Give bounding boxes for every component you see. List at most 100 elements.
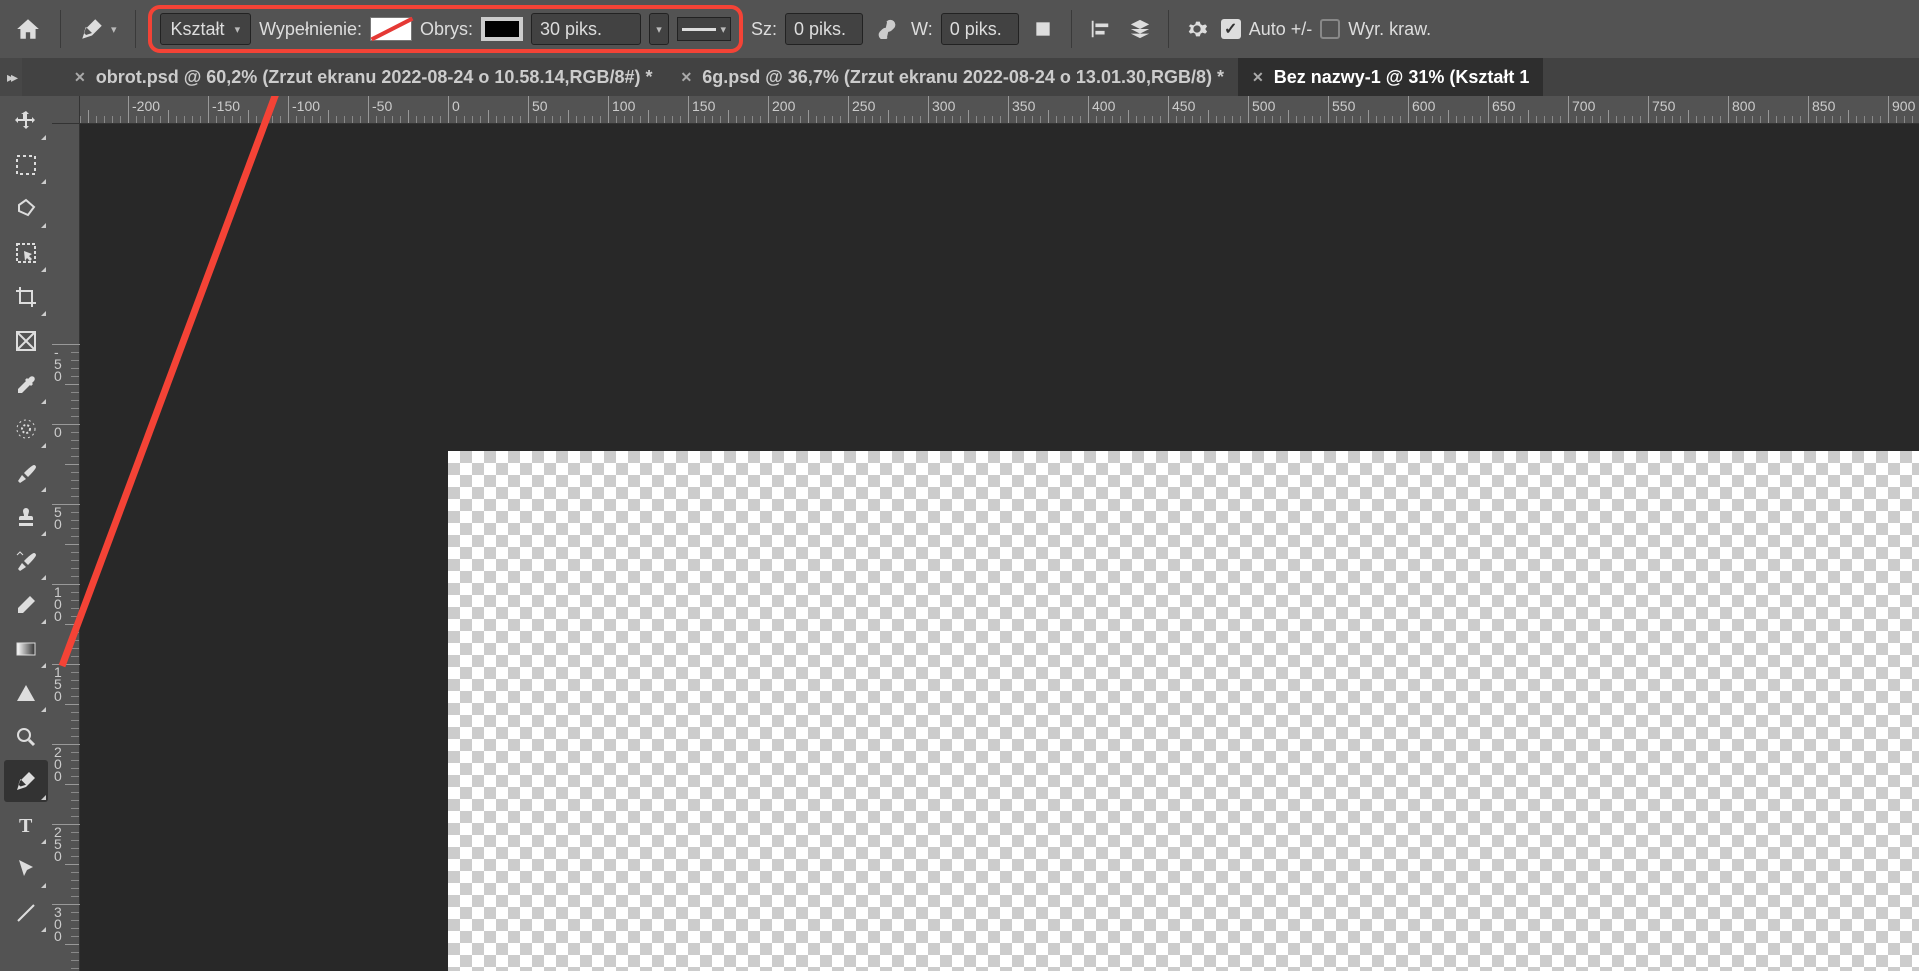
pen-icon <box>79 16 105 42</box>
ruler-origin[interactable] <box>52 96 80 124</box>
pen-tool[interactable] <box>4 760 48 802</box>
close-icon[interactable]: ✕ <box>1252 69 1264 86</box>
eyedropper-icon <box>14 373 38 397</box>
document-tab[interactable]: ✕ obrot.psd @ 60,2% (Zrzut ekranu 2022-0… <box>60 58 667 96</box>
chevron-down-icon: ▾ <box>720 23 726 36</box>
fill-label: Wypełnienie: <box>259 19 362 40</box>
chevron-down-icon: ▾ <box>111 23 117 36</box>
document-tab[interactable]: ✕ Bez nazwy-1 @ 31% (Kształt 1 <box>1238 58 1543 96</box>
height-w-label: W: <box>911 19 933 40</box>
object-select-icon <box>14 241 38 265</box>
square-icon <box>1033 19 1053 39</box>
gradient-tool[interactable] <box>4 628 48 670</box>
cursor-icon <box>14 857 38 881</box>
line-icon <box>682 28 716 31</box>
tab-label: 6g.psd @ 36,7% (Zrzut ekranu 2022-08-24 … <box>702 67 1224 88</box>
auto-add-delete-checkbox[interactable]: ✓ <box>1221 19 1241 39</box>
gear-icon <box>1186 18 1208 40</box>
custom-shape-tool[interactable] <box>4 672 48 714</box>
fill-swatch[interactable] <box>370 17 412 41</box>
brush-tool[interactable] <box>4 452 48 494</box>
stroke-style-dropdown[interactable]: ▾ <box>677 17 731 41</box>
link-wh-button[interactable] <box>871 13 903 45</box>
tool-mode-dropdown[interactable]: Kształt ▾ <box>160 13 252 45</box>
history-brush-tool[interactable] <box>4 540 48 582</box>
triangle-icon <box>14 681 38 705</box>
frame-tool[interactable] <box>4 320 48 362</box>
close-icon[interactable]: ✕ <box>74 69 86 86</box>
horizontal-ruler[interactable]: -300-250-200-150-100-5005010015020025030… <box>80 96 1919 124</box>
clone-stamp-tool[interactable] <box>4 496 48 538</box>
canvas-area[interactable]: -300-250-200-150-100-5005010015020025030… <box>52 96 1919 971</box>
crop-tool[interactable] <box>4 276 48 318</box>
shape-width-value: 0 piks. <box>794 19 846 40</box>
pen-icon <box>14 769 38 793</box>
crop-icon <box>14 285 38 309</box>
stroke-label: Obrys: <box>420 19 473 40</box>
eraser-tool[interactable] <box>4 584 48 626</box>
auto-label: Auto +/- <box>1249 19 1313 40</box>
frame-icon <box>14 329 38 353</box>
annotation-highlight: Kształt ▾ Wypełnienie: Obrys: 30 piks. ▾… <box>148 5 743 53</box>
lasso-icon <box>14 197 38 221</box>
marquee-tool[interactable] <box>4 144 48 186</box>
gear-button[interactable] <box>1181 13 1213 45</box>
move-tool[interactable] <box>4 100 48 142</box>
stamp-icon <box>14 505 38 529</box>
separator <box>1071 10 1072 48</box>
stroke-width-value: 30 piks. <box>540 19 602 40</box>
move-icon <box>14 109 38 133</box>
path-arrangement-button[interactable] <box>1124 13 1156 45</box>
shape-height-input[interactable]: 0 piks. <box>941 13 1019 45</box>
separator <box>60 10 61 48</box>
type-icon: T <box>14 813 38 837</box>
stroke-swatch[interactable] <box>481 17 523 41</box>
stack-icon <box>1129 18 1151 40</box>
gradient-icon <box>14 637 38 661</box>
line-icon <box>14 901 38 925</box>
type-tool[interactable]: T <box>4 804 48 846</box>
line-tool[interactable] <box>4 892 48 934</box>
chevron-down-icon: ▾ <box>656 23 662 36</box>
chevron-down-icon: ▾ <box>235 23 241 36</box>
options-bar: ▾ Kształt ▾ Wypełnienie: Obrys: 30 piks.… <box>0 0 1919 58</box>
path-alignment-button[interactable] <box>1084 13 1116 45</box>
history-brush-icon <box>14 549 38 573</box>
tab-label: Bez nazwy-1 @ 31% (Kształt 1 <box>1274 67 1530 88</box>
home-icon <box>15 16 41 42</box>
tool-mode-label: Kształt <box>171 19 225 40</box>
align-edges-checkbox[interactable] <box>1320 19 1340 39</box>
path-selection-tool[interactable] <box>4 848 48 890</box>
brush-icon <box>14 461 38 485</box>
document-canvas[interactable] <box>448 451 1919 971</box>
document-tab[interactable]: ✕ 6g.psd @ 36,7% (Zrzut ekranu 2022-08-2… <box>667 58 1239 96</box>
tool-preset-picker[interactable]: ▾ <box>73 12 123 46</box>
document-tabs: ✕ obrot.psd @ 60,2% (Zrzut ekranu 2022-0… <box>0 58 1919 96</box>
home-button[interactable] <box>8 9 48 49</box>
healing-tool[interactable] <box>4 408 48 450</box>
toolbox: T <box>0 96 52 971</box>
expand-panels-button[interactable]: ▸▸ <box>0 58 22 96</box>
align-edges-label: Wyr. kraw. <box>1348 19 1431 40</box>
main-area: T -300-250-200-150-100-50050100150200250… <box>0 96 1919 971</box>
separator <box>135 10 136 48</box>
zoom-icon <box>14 725 38 749</box>
stroke-width-input[interactable]: 30 piks. <box>531 13 641 45</box>
eraser-icon <box>14 593 38 617</box>
separator <box>1168 10 1169 48</box>
path-operations-button[interactable] <box>1027 13 1059 45</box>
width-sz-label: Sz: <box>751 19 777 40</box>
align-icon <box>1089 18 1111 40</box>
shape-width-input[interactable]: 0 piks. <box>785 13 863 45</box>
vertical-ruler[interactable]: - 5 005 01 0 01 5 02 0 02 5 03 0 03 5 0 <box>52 124 80 971</box>
lasso-tool[interactable] <box>4 188 48 230</box>
stroke-width-dropdown[interactable]: ▾ <box>649 13 669 45</box>
object-selection-tool[interactable] <box>4 232 48 274</box>
link-icon <box>877 19 897 39</box>
close-icon[interactable]: ✕ <box>681 69 693 86</box>
shape-height-value: 0 piks. <box>950 19 1002 40</box>
eyedropper-tool[interactable] <box>4 364 48 406</box>
svg-text:T: T <box>19 815 33 837</box>
zoom-tool[interactable] <box>4 716 48 758</box>
marquee-icon <box>14 153 38 177</box>
